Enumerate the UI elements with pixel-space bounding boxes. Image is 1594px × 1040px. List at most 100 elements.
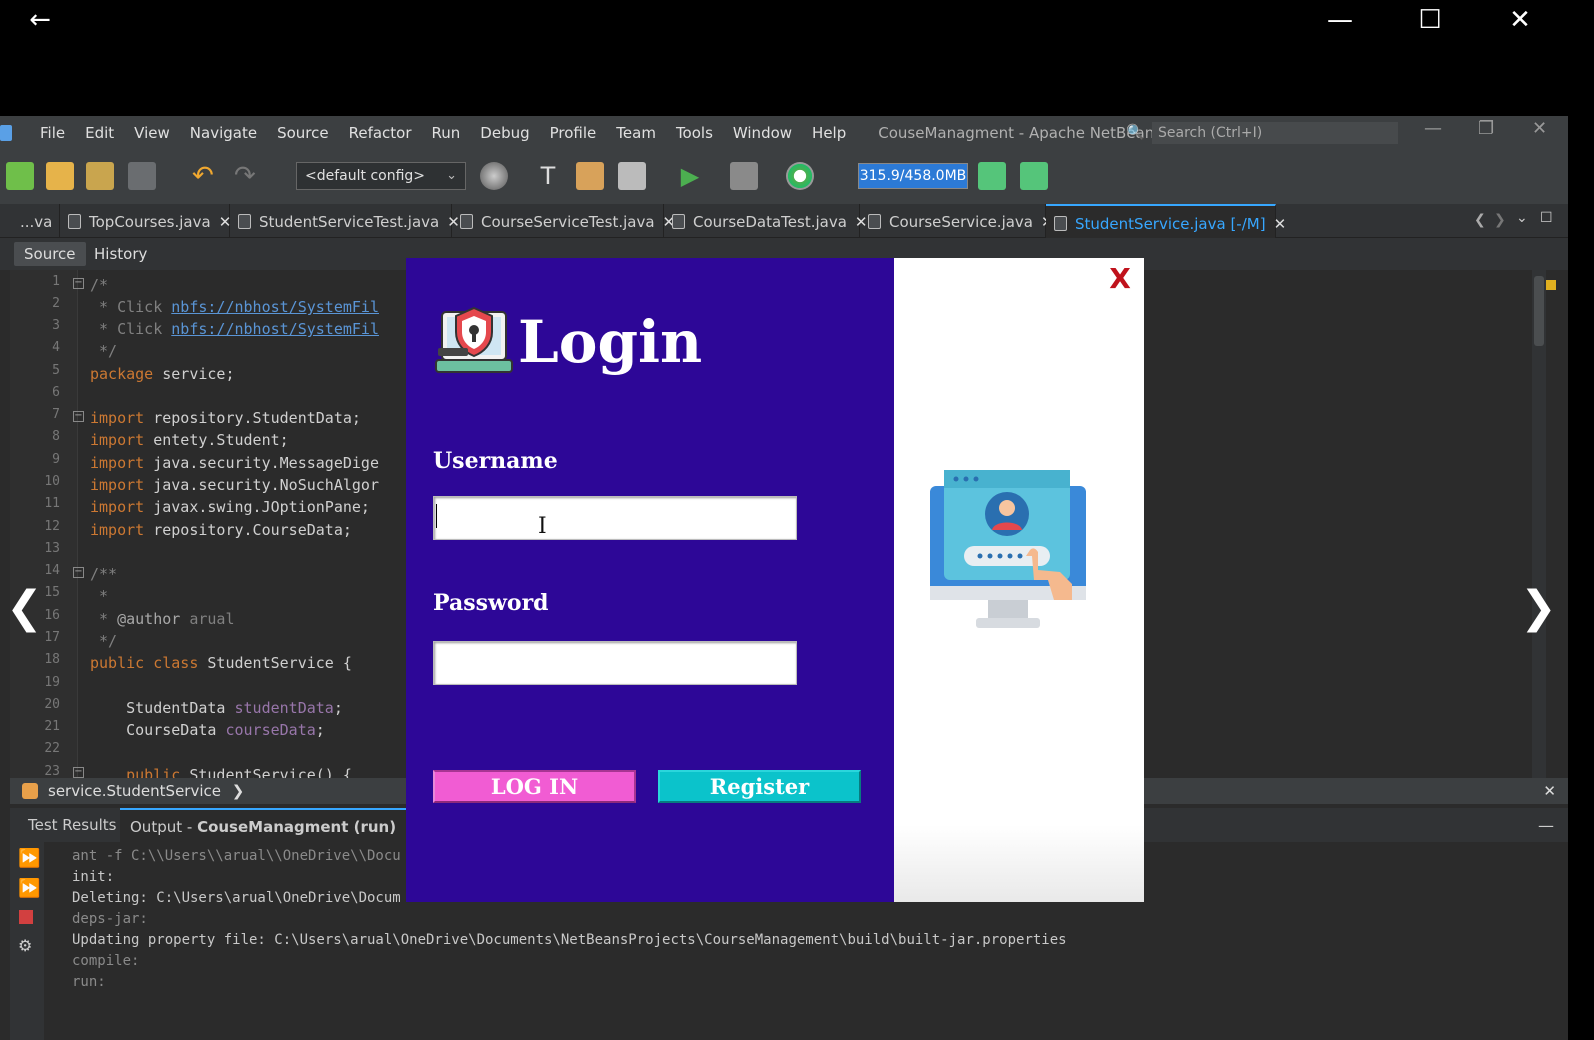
close-breadcrumb-icon[interactable]: ✕ (1543, 778, 1556, 804)
code-comment: * Click (90, 298, 172, 316)
redo-icon[interactable]: ↷ (234, 162, 262, 190)
code-text: CourseData (90, 721, 226, 739)
fold-toggle-icon[interactable]: − (73, 767, 84, 778)
menu-edit[interactable]: Edit (75, 124, 124, 142)
profile-snapshot-icon[interactable] (1020, 162, 1048, 190)
back-arrow-icon[interactable]: ← (20, 4, 60, 36)
menu-tools[interactable]: Tools (666, 124, 723, 142)
config-select[interactable]: <default config> ⌄ (296, 162, 466, 190)
menu-refactor[interactable]: Refactor (339, 124, 422, 142)
menu-window[interactable]: Window (723, 124, 802, 142)
dialog-close-button[interactable]: X (1108, 262, 1132, 296)
tab-scroll-left-icon[interactable]: ❮ (1474, 212, 1486, 228)
scrollbar-thumb[interactable] (1534, 276, 1544, 346)
username-input[interactable] (433, 496, 797, 540)
open-project-icon[interactable] (86, 162, 114, 190)
tab-coursedatatest[interactable]: CourseDataTest.java ✕ (664, 204, 868, 238)
code-keyword: import (90, 521, 145, 539)
ide-restore-icon[interactable]: ❐ (1478, 118, 1494, 139)
clean-build-icon[interactable] (576, 162, 604, 190)
save-all-icon[interactable] (128, 162, 156, 190)
menu-view[interactable]: View (124, 124, 180, 142)
line-number: 4 (52, 340, 60, 355)
editor-scrollbar[interactable] (1532, 270, 1546, 778)
source-view-button[interactable]: Source (14, 242, 86, 266)
code-line: import repository.StudentData; (90, 407, 361, 429)
close-icon[interactable]: ✕ (1500, 4, 1540, 36)
fold-toggle-icon[interactable]: − (73, 567, 84, 578)
close-tab-icon[interactable]: ✕ (1274, 215, 1287, 233)
code-link[interactable]: nbfs://nbhost/SystemFil (171, 298, 379, 316)
tab-studentservice[interactable]: StudentService.java [-/M] ✕ (1046, 204, 1286, 238)
maximize-editor-icon[interactable]: ☐ (1540, 210, 1553, 226)
settings-icon[interactable]: ⚙ (18, 936, 32, 955)
menu-run[interactable]: Run (422, 124, 471, 142)
chevron-right-icon[interactable]: ❯ (232, 782, 245, 800)
run-icon[interactable]: ▶ (676, 162, 704, 190)
maximize-icon[interactable]: ☐ (1410, 4, 1450, 36)
tab-test-results[interactable]: Test Results (18, 808, 126, 842)
previous-arrow-icon[interactable]: ❮ (6, 580, 43, 636)
minimize-icon[interactable]: — (1320, 4, 1360, 36)
tab-topcourses[interactable]: TopCourses.java ✕ (60, 204, 231, 238)
ide-close-icon[interactable]: ✕ (1532, 118, 1547, 139)
menu-source[interactable]: Source (267, 124, 339, 142)
memory-indicator[interactable]: 315.9/458.0MB (858, 163, 968, 189)
stop-icon[interactable] (19, 910, 33, 924)
code-line: public StudentService() { (90, 764, 352, 778)
fold-toggle-icon[interactable]: − (73, 278, 84, 289)
fold-toggle-icon[interactable]: − (73, 411, 84, 422)
code-link[interactable]: nbfs://nbhost/SystemFil (171, 320, 379, 338)
line-number: 1 (52, 274, 60, 289)
rerun-with-params-icon[interactable]: ⏩ (18, 878, 40, 899)
line-number: 19 (44, 675, 60, 690)
menu-help[interactable]: Help (802, 124, 856, 142)
line-number: 10 (44, 474, 60, 489)
register-button[interactable]: Register (658, 770, 861, 803)
tab-courseservicetest[interactable]: CourseServiceTest.java ✕ (452, 204, 675, 238)
search-input[interactable]: Search (Ctrl+I) (1152, 122, 1398, 144)
code-text: java.security.MessageDige (144, 454, 379, 472)
error-stripe-marker[interactable] (1546, 280, 1556, 290)
line-number: 14 (44, 563, 60, 578)
tab-list-icon[interactable]: ⌄ (1516, 210, 1528, 226)
output-line: compile: (72, 953, 140, 969)
rerun-icon[interactable]: ⏩ (18, 848, 40, 869)
new-file-icon[interactable] (6, 162, 34, 190)
login-button[interactable]: LOG IN (433, 770, 636, 803)
menu-navigate[interactable]: Navigate (180, 124, 267, 142)
output-tab-name: CouseManagment (run) (197, 818, 397, 836)
output-line: Updating property file: C:\Users\arual\O… (72, 932, 1067, 948)
build-hammer-icon[interactable]: T (534, 162, 562, 190)
code-line: import java.security.MessageDige (90, 452, 379, 474)
gc-icon[interactable] (978, 162, 1006, 190)
line-number: 9 (52, 452, 60, 467)
menu-profile[interactable]: Profile (540, 124, 607, 142)
toolbar: ↶ ↷ <default config> ⌄ T ▶ 315.9/458.0MB (0, 150, 1568, 204)
tab-va[interactable]: ...va (12, 204, 60, 238)
ide-minimize-icon[interactable]: — (1424, 118, 1442, 139)
tab-courseservice[interactable]: CourseService.java✕ (860, 204, 1054, 238)
password-input[interactable] (433, 641, 797, 685)
line-number: 20 (44, 697, 60, 712)
profile-icon[interactable] (786, 162, 814, 190)
minimize-panel-icon[interactable]: — (1538, 816, 1554, 835)
next-arrow-icon[interactable]: ❯ (1520, 580, 1557, 636)
menu-debug[interactable]: Debug (470, 124, 539, 142)
debug-icon[interactable] (730, 162, 758, 190)
new-project-icon[interactable] (46, 162, 74, 190)
line-number: 5 (52, 363, 60, 378)
code-line: */ (90, 632, 118, 650)
tab-scroll-right-icon[interactable]: ❯ (1494, 212, 1506, 228)
code-line: import entety.Student; (90, 429, 289, 451)
undo-icon[interactable]: ↶ (192, 162, 220, 190)
menu-team[interactable]: Team (606, 124, 666, 142)
globe-icon[interactable] (480, 162, 508, 190)
deploy-icon[interactable] (618, 162, 646, 190)
tab-studentservicetest[interactable]: StudentServiceTest.java ✕ (230, 204, 460, 238)
history-view-button[interactable]: History (84, 242, 157, 266)
code-text: StudentService { (198, 654, 352, 672)
breadcrumb-label[interactable]: service.StudentService (48, 782, 221, 800)
menu-file[interactable]: File (30, 124, 75, 142)
tab-output[interactable]: Output - CouseManagment (run)✕ (120, 808, 433, 842)
